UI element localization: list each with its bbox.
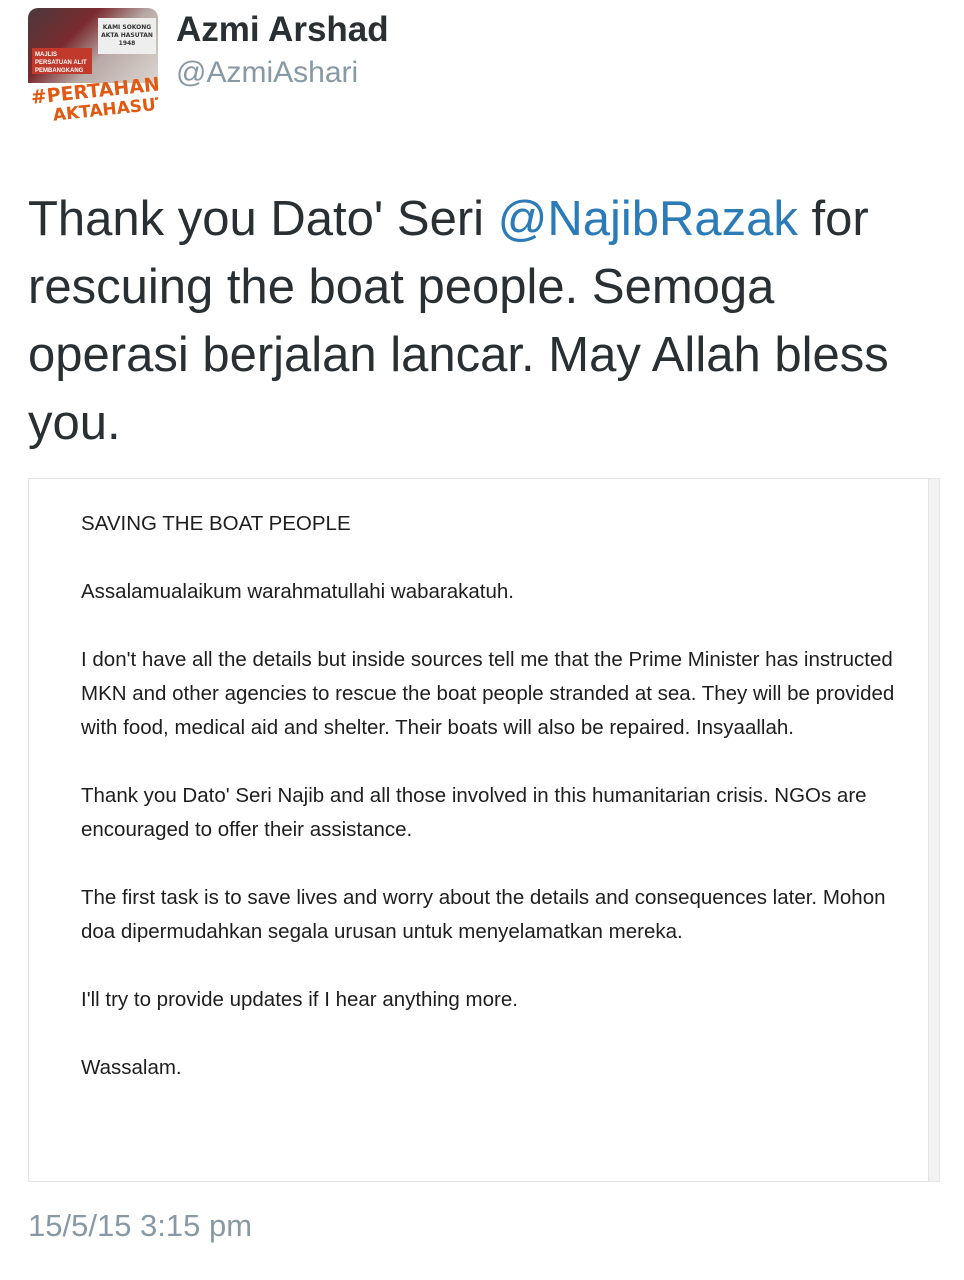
attached-image[interactable]: SAVING THE BOAT PEOPLE Assalamualaikum w…	[28, 478, 940, 1182]
tweet-text-before: Thank you Dato' Seri	[28, 192, 498, 246]
attached-document: SAVING THE BOAT PEOPLE Assalamualaikum w…	[81, 507, 901, 1119]
scrollbar[interactable]	[928, 479, 939, 1181]
document-paragraph: The first task is to save lives and worr…	[81, 886, 886, 943]
mention-link[interactable]: @NajibRazak	[498, 192, 798, 246]
document-paragraph: Assalamualaikum warahmatullahi wabarakat…	[81, 580, 514, 603]
document-paragraph: Wassalam.	[81, 1056, 182, 1079]
document-paragraph: Thank you Dato' Seri Najib and all those…	[81, 784, 867, 841]
avatar-plate: KAMI SOKONG AKTA HASUTAN 1948	[98, 18, 156, 54]
document-paragraph: I'll try to provide updates if I hear an…	[81, 988, 518, 1011]
author-display-name[interactable]: Azmi Arshad	[176, 10, 389, 50]
avatar[interactable]: KAMI SOKONG AKTA HASUTAN 1948 MAJLIS PER…	[28, 8, 158, 138]
tweet-text: Thank you Dato' Seri @NajibRazak for res…	[28, 185, 928, 457]
document-title: SAVING THE BOAT PEOPLE	[81, 512, 351, 535]
tweet-timestamp[interactable]: 15/5/15 3:15 pm	[28, 1208, 252, 1244]
document-paragraph: I don't have all the details but inside …	[81, 648, 895, 739]
avatar-banner: MAJLIS PERSATUAN ALIT PEMBANGKANG	[32, 48, 92, 74]
author-handle[interactable]: @AzmiAshari	[176, 56, 358, 90]
